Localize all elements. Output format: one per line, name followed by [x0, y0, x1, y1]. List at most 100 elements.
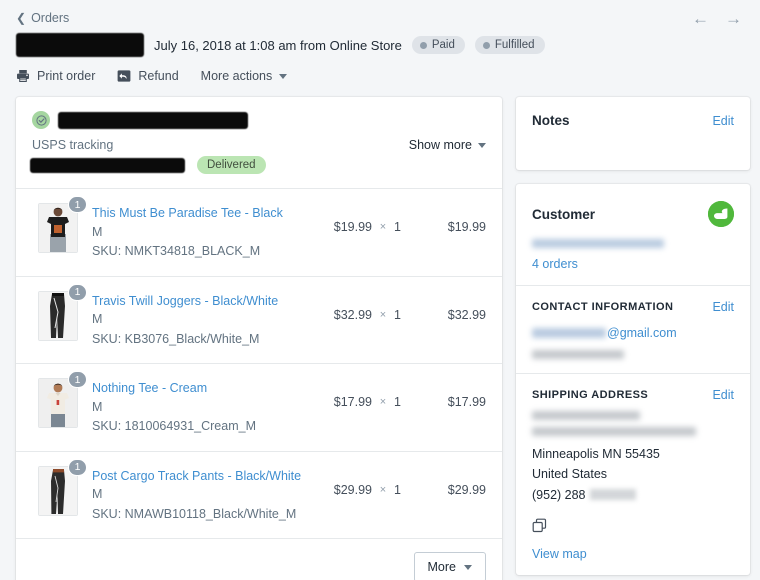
multiply-symbol: ×	[379, 221, 387, 233]
back-link-label: Orders	[31, 11, 70, 25]
notes-edit-link[interactable]: Edit	[712, 114, 734, 128]
line-item: 1 Post Cargo Track Pants - Black/White M…	[16, 450, 502, 539]
tracking-carrier-label: USPS tracking	[32, 138, 114, 152]
unit-price: $19.99	[333, 220, 372, 234]
product-sku: SKU: 1810064931_Cream_M	[92, 419, 256, 434]
more-actions-label: More actions	[200, 69, 273, 83]
order-actions-row: Print order Refund More actions	[0, 57, 760, 83]
shipping-city-line: Minneapolis MN 55435	[532, 447, 660, 461]
order-number-redacted	[16, 33, 144, 57]
customer-name-redacted	[532, 239, 664, 248]
line-item-info: Post Cargo Track Pants - Black/White M S…	[92, 466, 316, 525]
customer-title: Customer	[532, 206, 596, 222]
product-thumbnail-wrap: 1	[38, 371, 87, 428]
contact-information-body: @gmail.com	[516, 314, 750, 373]
shipping-address-title: SHIPPING ADDRESS	[532, 389, 649, 401]
shipping-address-body: Minneapolis MN 55435 United States (952)…	[516, 402, 750, 575]
line-item-pricing: $19.99 × 1 $19.99	[316, 203, 486, 234]
show-more-toggle[interactable]: Show more	[409, 138, 486, 152]
fulfillment-title-redacted	[58, 111, 248, 129]
customer-phone-redacted	[532, 350, 624, 359]
view-map-link[interactable]: View map	[532, 547, 734, 561]
more-row: More	[16, 539, 502, 580]
status-dot-icon	[419, 41, 427, 49]
product-title-link[interactable]: This Must Be Paradise Tee - Black	[92, 204, 316, 223]
refund-button[interactable]: Refund	[117, 69, 179, 83]
line-total: $32.99	[447, 307, 486, 322]
email-domain: @gmail.com	[607, 326, 677, 340]
customer-header: Customer	[516, 184, 750, 227]
line-total: $17.99	[447, 395, 486, 409]
unit-price: $32.99	[333, 307, 372, 322]
back-to-orders-link[interactable]: ❮ Orders	[16, 11, 69, 25]
quantity-badge: 1	[68, 371, 87, 388]
fulfillment-status-badge: Fulfilled	[474, 36, 545, 54]
customer-card: Customer 4 orders CONTACT INFORMATION Ed…	[516, 184, 750, 575]
main-column: USPS tracking Show more Delivered 1 This…	[16, 97, 502, 580]
notes-title: Notes	[532, 113, 570, 128]
shipping-phone-redacted	[589, 489, 636, 501]
product-variant: M	[92, 399, 103, 414]
customer-body: 4 orders	[516, 227, 750, 285]
product-sku: SKU: NMAWB10118_Black/White_M	[92, 506, 297, 521]
customer-email-link[interactable]: @gmail.com	[532, 323, 734, 343]
line-item: 1 Travis Twill Joggers - Black/White M S…	[16, 275, 502, 364]
line-item-info: This Must Be Paradise Tee - Black M SKU:…	[92, 203, 316, 262]
quantity-badge: 1	[68, 458, 87, 476]
status-dot-icon	[482, 41, 490, 49]
line-item-info: Travis Twill Joggers - Black/White M SKU…	[92, 291, 316, 350]
product-thumbnail-wrap: 1	[38, 458, 87, 516]
fulfillment-status-label: Fulfilled	[494, 39, 535, 51]
line-item-pricing: $29.99 × 1 $29.99	[316, 466, 486, 497]
tracking-row: USPS tracking Show more	[16, 129, 502, 152]
quantity-value: 1	[394, 395, 401, 409]
shipping-street-redacted	[532, 427, 696, 436]
shipping-phone-partial: (952) 288	[532, 487, 586, 502]
fulfillment-header	[16, 97, 502, 129]
sidebar-column: Notes Edit Customer 4 orders CONTACT INF…	[516, 97, 750, 575]
shipping-edit-link[interactable]: Edit	[712, 388, 734, 402]
print-order-label: Print order	[37, 69, 96, 83]
product-variant: M	[92, 487, 103, 502]
refund-arrow-icon	[117, 69, 131, 83]
notes-card: Notes Edit	[516, 97, 750, 170]
product-variant: M	[92, 312, 103, 327]
product-title-link[interactable]: Travis Twill Joggers - Black/White	[92, 292, 316, 311]
line-item-pricing: $32.99 × 1 $32.99	[316, 291, 486, 322]
line-item-pricing: $17.99 × 1 $17.99	[316, 378, 486, 409]
quantity-value: 1	[394, 220, 401, 234]
order-detail-page: ❮ Orders ← → July 16, 2018 at 1:08 am fr…	[0, 0, 760, 580]
line-item: 1 Nothing Tee - Cream M SKU: 1810064931_…	[16, 363, 502, 451]
chevron-down-icon	[279, 73, 288, 79]
customer-orders-link[interactable]: 4 orders	[532, 257, 734, 271]
multiply-symbol: ×	[379, 396, 387, 408]
chevron-down-icon	[464, 564, 472, 570]
product-thumbnail-wrap: 1	[38, 283, 87, 341]
multiply-symbol: ×	[379, 308, 387, 321]
line-item: 1 This Must Be Paradise Tee - Black M SK…	[16, 189, 502, 276]
contact-edit-link[interactable]: Edit	[712, 300, 734, 314]
product-title-link[interactable]: Nothing Tee - Cream	[92, 379, 316, 398]
quantity-value: 1	[394, 307, 401, 322]
unit-price: $29.99	[333, 482, 372, 497]
check-circle-icon	[32, 111, 50, 129]
more-actions-button[interactable]: More actions	[201, 69, 288, 83]
copy-icon[interactable]	[532, 518, 734, 533]
line-total: $29.99	[447, 482, 486, 497]
more-button[interactable]: More	[413, 552, 486, 580]
quantity-badge: 1	[68, 196, 87, 213]
email-local-part-redacted	[532, 328, 606, 338]
product-title-link[interactable]: Post Cargo Track Pants - Black/White	[92, 467, 316, 486]
shipping-name-redacted	[532, 411, 640, 420]
contact-information-title: CONTACT INFORMATION	[532, 301, 674, 313]
shipping-address-header: SHIPPING ADDRESS Edit	[516, 374, 750, 402]
previous-order-arrow-icon[interactable]: ←	[692, 10, 709, 27]
multiply-symbol: ×	[379, 483, 387, 496]
print-order-button[interactable]: Print order	[16, 69, 95, 83]
quantity-value: 1	[394, 482, 401, 497]
tracking-number-row: Delivered	[16, 152, 502, 188]
next-order-arrow-icon[interactable]: →	[725, 10, 742, 27]
delivery-status-badge: Delivered	[197, 156, 266, 174]
notes-body	[516, 128, 750, 170]
product-sku: SKU: KB3076_Black/White_M	[92, 331, 260, 346]
